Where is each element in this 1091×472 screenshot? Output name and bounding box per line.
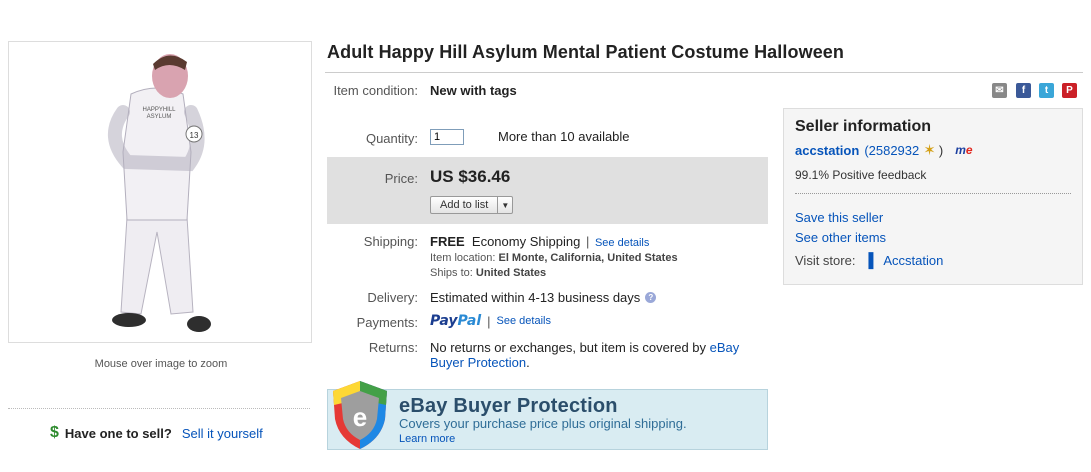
item-location-value: El Monte, California, United States [498,252,678,264]
store-link[interactable]: Accstation [883,253,943,268]
visit-store-label: Visit store: [795,252,856,268]
shipping-method: Economy Shipping [471,234,581,249]
delivery-value: Estimated within 4-13 business days [430,290,641,305]
facebook-share-icon[interactable]: f [1016,83,1031,98]
returns-text: No returns or exchanges, but item is cov… [430,340,710,355]
sell-yours-row: $ Have one to sell? Sell it yourself [50,424,263,442]
item-location: Item location: El Monte, California, Uni… [430,252,678,264]
store-door-icon: ▐ [863,252,874,268]
add-to-list-label[interactable]: Add to list [431,197,499,213]
delivery-value-row: Estimated within 4-13 business days ? [430,290,657,305]
shipping-label: Shipping: [363,234,418,249]
paypal-logo-icon: PayPal [430,313,482,329]
positive-feedback: 99.1% Positive feedback [795,168,927,182]
payments-value: PayPal | See details [430,313,551,329]
badge-number: 13 [190,131,199,140]
price-label: Price: [384,171,418,186]
condition-value: New with tags [430,83,517,98]
quantity-label: Quantity: [365,131,418,146]
product-image[interactable]: 13 HAPPYHILL ASYLUM [8,41,312,343]
add-to-list-button[interactable]: Add to list ▼ [430,196,514,214]
condition-label: Item condition: [333,83,418,98]
visit-store-row: Visit store: ▐ Accstation [795,252,943,268]
ships-to: Ships to: United States [430,267,546,279]
seller-info-heading: Seller information [795,118,932,135]
price-value: US $36.46 [430,167,511,186]
costume-photo: 13 HAPPYHILL ASYLUM [108,54,211,332]
dollar-icon: $ [50,424,59,441]
buyer-protection-title: eBay Buyer Protection [399,395,618,417]
separator: | [487,313,491,329]
returns-value: No returns or exchanges, but item is cov… [430,340,760,370]
help-icon[interactable]: ? [645,292,657,303]
delivery-label: Delivery: [367,290,418,305]
shipping-value: FREE Economy Shipping | See details [430,234,649,249]
payments-see-details-link[interactable]: See details [497,315,551,327]
learn-more-link[interactable]: Learn more [399,433,455,445]
returns-label: Returns: [368,340,418,355]
feedback-score-link[interactable]: (2582932 [864,143,919,158]
shield-icon: e [333,381,387,449]
email-share-icon[interactable]: ✉ [992,83,1007,98]
item-title: Adult Happy Hill Asylum Mental Patient C… [327,42,845,62]
see-other-items-link[interactable]: See other items [795,230,886,245]
shooting-star-icon: ✶ [923,142,936,159]
ships-to-value: United States [475,267,547,279]
quantity-available: More than 10 available [498,129,630,144]
quantity-input[interactable] [430,129,464,145]
price-panel [327,157,768,224]
feedback-score-close: ) [938,142,944,158]
shipping-free: FREE [430,234,465,249]
save-seller-link[interactable]: Save this seller [795,210,883,225]
returns-end: . [526,355,530,370]
payments-label: Payments: [356,315,418,330]
shield-letter: e [353,402,367,432]
shirt-print-line1: HAPPYHILL [142,107,176,113]
sell-question: Have one to sell? [64,425,172,441]
seller-name-row: accstation (2582932 ✶ ) me [795,141,973,159]
left-divider [8,408,310,409]
twitter-share-icon[interactable]: t [1039,83,1054,98]
title-divider [325,72,1083,73]
sell-it-yourself-link[interactable]: Sell it yourself [182,426,263,441]
seller-divider [795,193,1071,194]
ships-to-label: Ships to: [430,267,473,279]
zoom-hint: Mouse over image to zoom [94,358,228,370]
item-location-label: Item location: [430,252,496,264]
separator: | [585,234,590,249]
seller-name-link[interactable]: accstation [795,143,859,158]
shipping-see-details-link[interactable]: See details [595,237,649,249]
me-page-icon[interactable]: me [955,143,972,157]
buyer-protection-subtitle: Covers your purchase price plus original… [399,416,687,431]
chevron-down-icon[interactable]: ▼ [498,197,512,213]
shirt-print-line2: ASYLUM [147,114,172,120]
pinterest-share-icon[interactable]: P [1062,83,1077,98]
